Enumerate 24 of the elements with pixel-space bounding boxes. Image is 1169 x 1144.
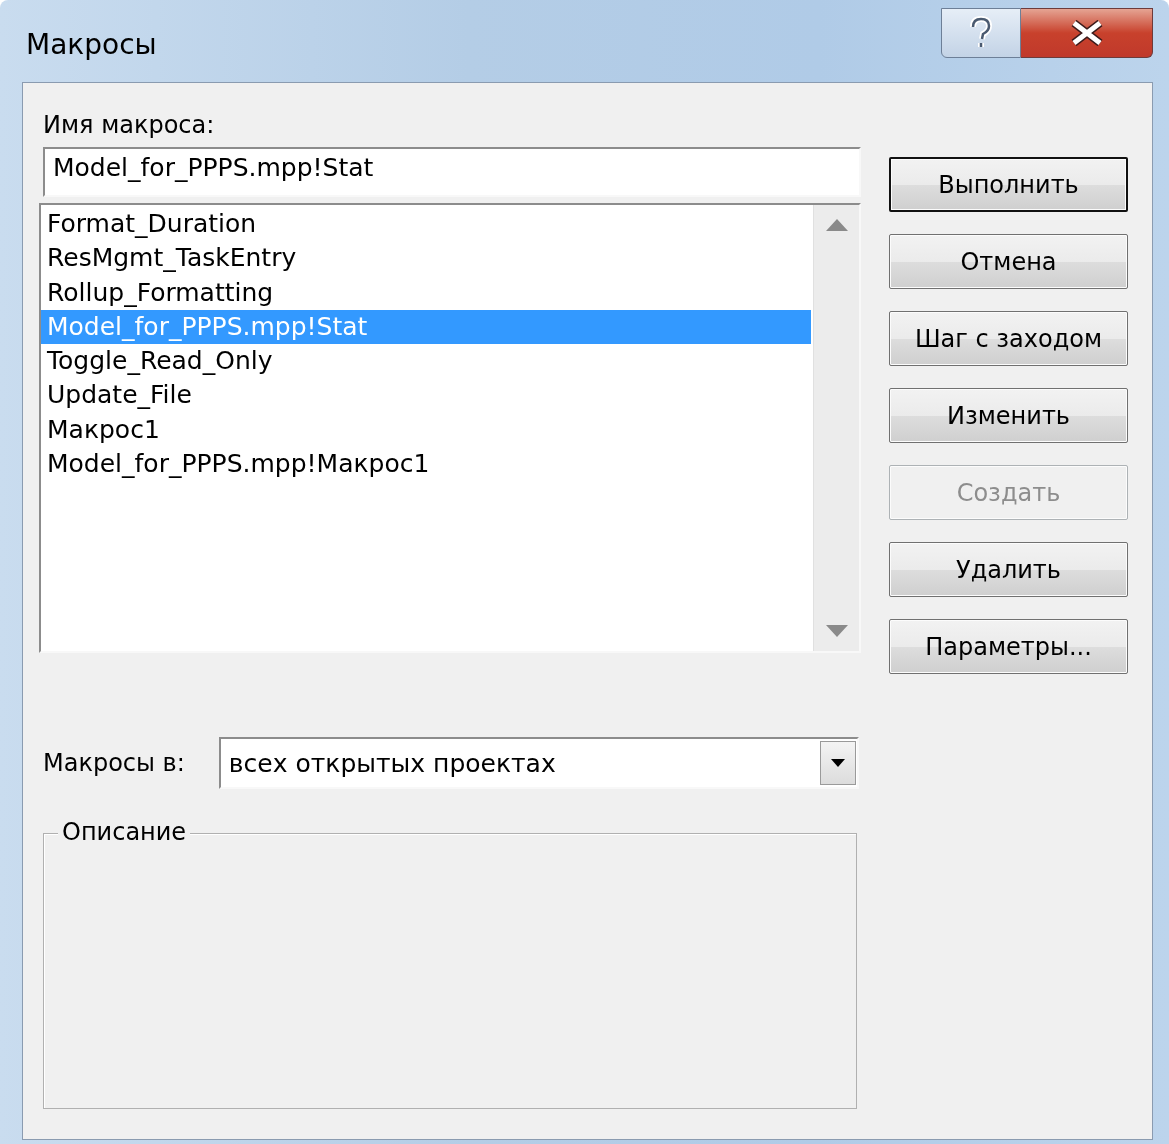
dialog-button[interactable]: Параметры... (889, 619, 1128, 674)
dialog-button[interactable]: Отмена (889, 234, 1128, 289)
dropdown-arrow-icon (831, 759, 845, 767)
help-button[interactable] (941, 8, 1021, 58)
scroll-down-icon[interactable] (825, 625, 848, 637)
macro-item[interactable]: Макрос1 (41, 412, 813, 448)
macro-item[interactable]: Rollup_Formatting (41, 275, 813, 310)
macro-name-label: Имя макроса: (43, 111, 216, 141)
macro-name-field[interactable]: Model_for_PPPS.mpp!Stat (43, 147, 861, 197)
scroll-up-icon[interactable] (825, 219, 848, 231)
macro-item[interactable]: Update_File (41, 378, 813, 413)
window-title: Макросы (26, 28, 157, 61)
macro-item[interactable]: Toggle_Read_Only (41, 344, 813, 379)
dialog-button[interactable]: Удалить (889, 542, 1128, 597)
macros-in-dropdown[interactable]: всех открытых проектах (218, 737, 859, 789)
dialog-button[interactable]: Выполнить (889, 157, 1128, 212)
dialog-button[interactable]: Шаг с заходом (889, 311, 1128, 366)
help-icon (968, 16, 994, 50)
macro-item[interactable]: Format_Duration (41, 207, 813, 242)
macros-in-label: Макросы в: (43, 749, 185, 777)
close-button[interactable] (1021, 8, 1153, 58)
macro-item[interactable]: Model_for_PPPS.mpp!Макрос1 (41, 447, 813, 482)
macro-item[interactable]: ResMgmt_TaskEntry (41, 241, 813, 276)
dialog-button[interactable]: Изменить (889, 388, 1128, 443)
